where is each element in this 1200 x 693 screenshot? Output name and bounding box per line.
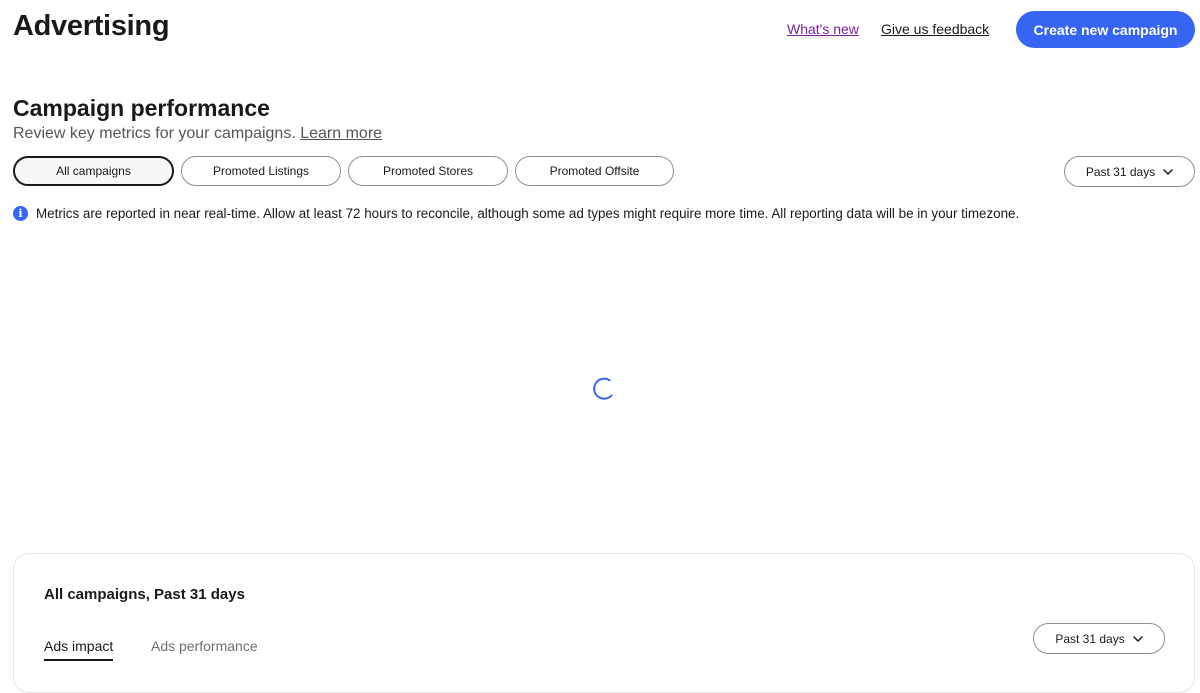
section-subtitle: Review key metrics for your campaigns. L… xyxy=(13,125,382,143)
summary-card-title: All campaigns, Past 31 days xyxy=(44,586,245,603)
tab-ads-performance[interactable]: Ads performance xyxy=(151,638,258,659)
subtitle-text: Review key metrics for your campaigns. xyxy=(13,125,296,142)
reporting-notice: i Metrics are reported in near real-time… xyxy=(13,204,1019,222)
learn-more-link[interactable]: Learn more xyxy=(300,125,382,142)
whats-new-link[interactable]: What's new xyxy=(787,21,859,37)
page-header: Advertising What's new Give us feedback … xyxy=(0,0,1200,60)
summary-card: All campaigns, Past 31 days Ads impact A… xyxy=(13,553,1195,693)
summary-date-range-label: Past 31 days xyxy=(1055,631,1125,646)
notice-text: Metrics are reported in near real-time. … xyxy=(36,205,1020,221)
chevron-down-icon xyxy=(1132,635,1143,642)
chevron-down-icon xyxy=(1163,168,1173,175)
page-title: Advertising xyxy=(13,10,170,42)
filter-all-campaigns[interactable]: All campaigns xyxy=(13,156,174,186)
create-campaign-button[interactable]: Create new campaign xyxy=(1016,11,1195,48)
tab-ads-impact[interactable]: Ads impact xyxy=(44,638,114,661)
filter-promoted-offsite[interactable]: Promoted Offsite xyxy=(515,156,674,186)
summary-date-range-dropdown[interactable]: Past 31 days xyxy=(1033,623,1165,654)
loading-spinner-icon xyxy=(593,377,613,400)
give-feedback-link[interactable]: Give us feedback xyxy=(881,21,989,37)
date-range-label: Past 31 days xyxy=(1085,164,1156,179)
filter-promoted-listings[interactable]: Promoted Listings xyxy=(181,156,341,186)
section-title: Campaign performance xyxy=(13,95,270,121)
info-icon: i xyxy=(13,205,28,221)
date-range-dropdown[interactable]: Past 31 days xyxy=(1064,156,1195,187)
filter-promoted-stores[interactable]: Promoted Stores xyxy=(348,156,508,186)
